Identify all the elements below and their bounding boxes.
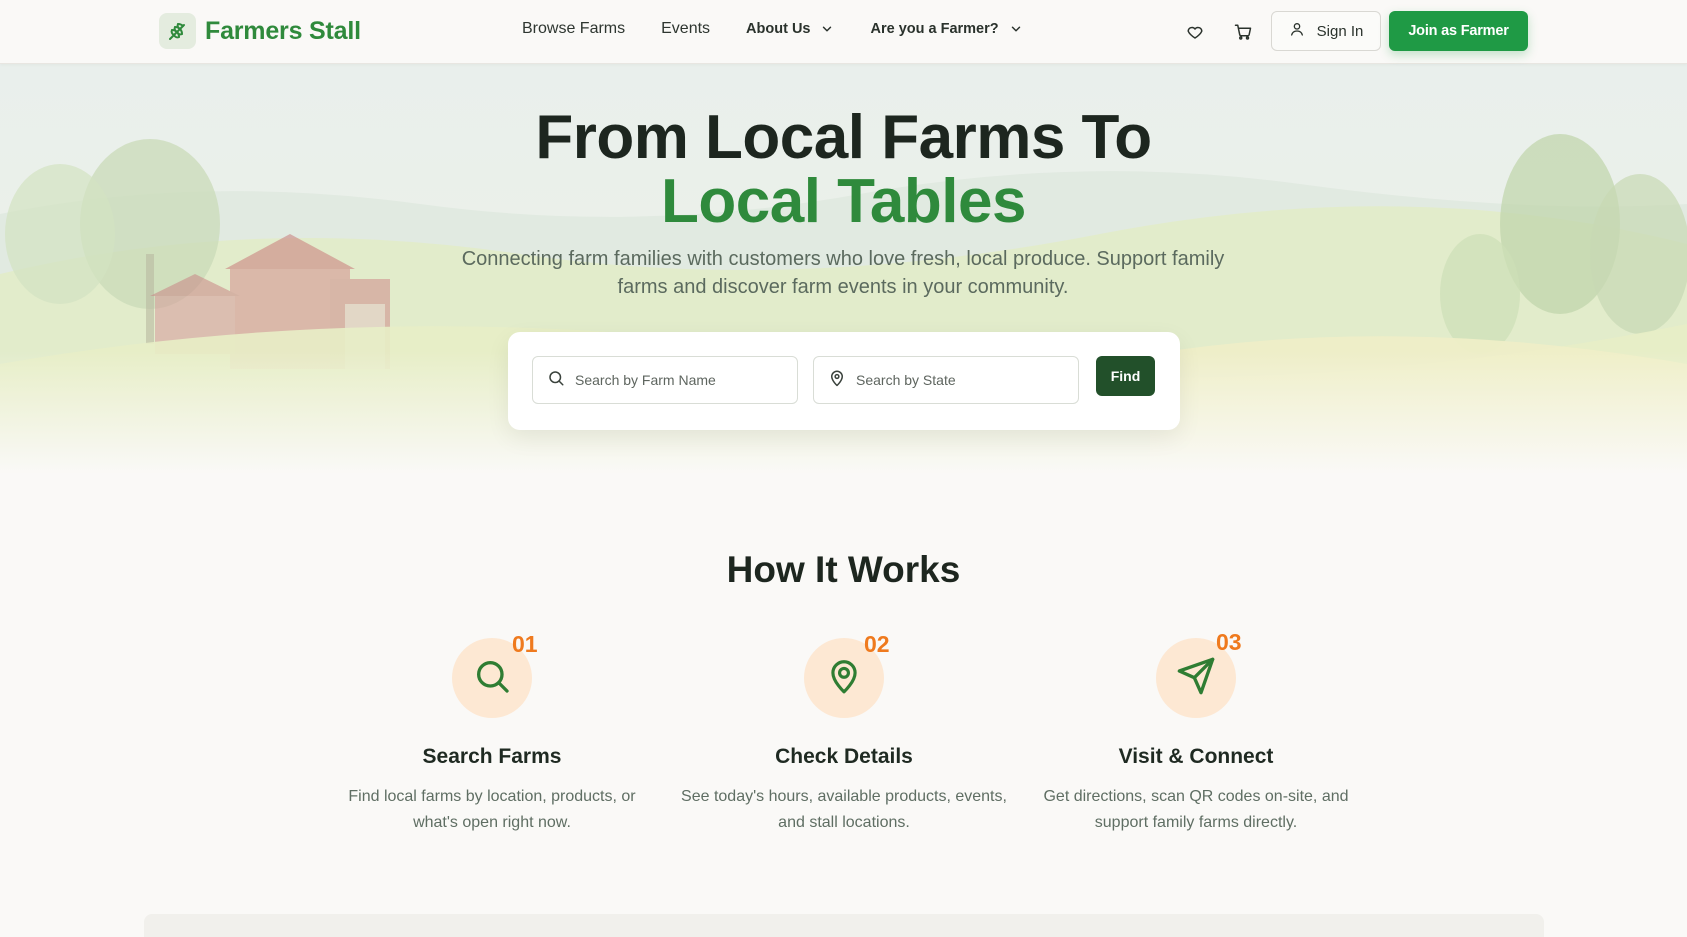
main-nav: Browse Farms Events About Us Are you a F…: [522, 20, 1023, 38]
site-header: Farmers Stall Browse Farms Events About …: [0, 0, 1687, 64]
farm-name-search-input[interactable]: [575, 372, 775, 388]
nav-about-label: About Us: [746, 21, 811, 37]
heart-icon[interactable]: [1184, 21, 1206, 43]
step-description: Get directions, scan QR codes on-site, a…: [1043, 788, 1349, 831]
step-number: 01: [512, 631, 538, 657]
search-card: Find: [508, 332, 1180, 430]
brand-logo[interactable]: Farmers Stall: [159, 13, 361, 49]
step-description: See today's hours, available products, e…: [681, 788, 1007, 831]
map-pin-icon: [828, 369, 846, 392]
farm-name-search-field[interactable]: [532, 356, 798, 404]
sign-in-label: Sign In: [1316, 22, 1364, 40]
state-search-field[interactable]: [813, 356, 1079, 404]
chevron-down-icon: [820, 22, 834, 36]
nav-browse-farms[interactable]: Browse Farms: [522, 20, 625, 38]
hero-title-line-1: From Local Farms To: [535, 103, 1152, 172]
step-title: Check Details: [775, 745, 913, 768]
search-icon: [547, 369, 565, 392]
sign-in-button[interactable]: Sign In: [1271, 11, 1381, 51]
cart-icon[interactable]: [1232, 21, 1254, 43]
nav-are-you-farmer[interactable]: Are you a Farmer?: [870, 21, 1022, 37]
send-icon: [1176, 656, 1216, 701]
wheat-icon: [159, 13, 196, 49]
step-number: 02: [864, 631, 890, 657]
nav-about-us[interactable]: About Us: [746, 21, 834, 37]
hero-section: From Local Farms To Local Tables Connect…: [0, 64, 1687, 474]
chevron-down-icon: [1009, 22, 1023, 36]
state-search-input[interactable]: [856, 372, 1056, 388]
hero-title-line-2: Local Tables: [661, 167, 1026, 236]
map-pin-icon: [825, 657, 863, 700]
find-button[interactable]: Find: [1096, 356, 1155, 396]
how-it-works-title: How It Works: [726, 549, 961, 590]
step-number: 03: [1216, 629, 1242, 655]
search-icon: [472, 656, 512, 701]
nav-farmer-label: Are you a Farmer?: [870, 21, 999, 37]
next-section-preview: [144, 914, 1544, 937]
nav-events[interactable]: Events: [661, 20, 710, 38]
hero-title: From Local Farms To Local Tables: [0, 106, 1687, 234]
join-as-farmer-button[interactable]: Join as Farmer: [1389, 11, 1528, 51]
step-description: Find local farms by location, products, …: [348, 788, 636, 831]
hero-subtitle: Connecting farm families with customers …: [461, 248, 1225, 298]
user-icon: [1289, 21, 1305, 41]
brand-name: Farmers Stall: [205, 16, 361, 45]
step-title: Visit & Connect: [1118, 745, 1274, 768]
step-title: Search Farms: [422, 745, 562, 768]
